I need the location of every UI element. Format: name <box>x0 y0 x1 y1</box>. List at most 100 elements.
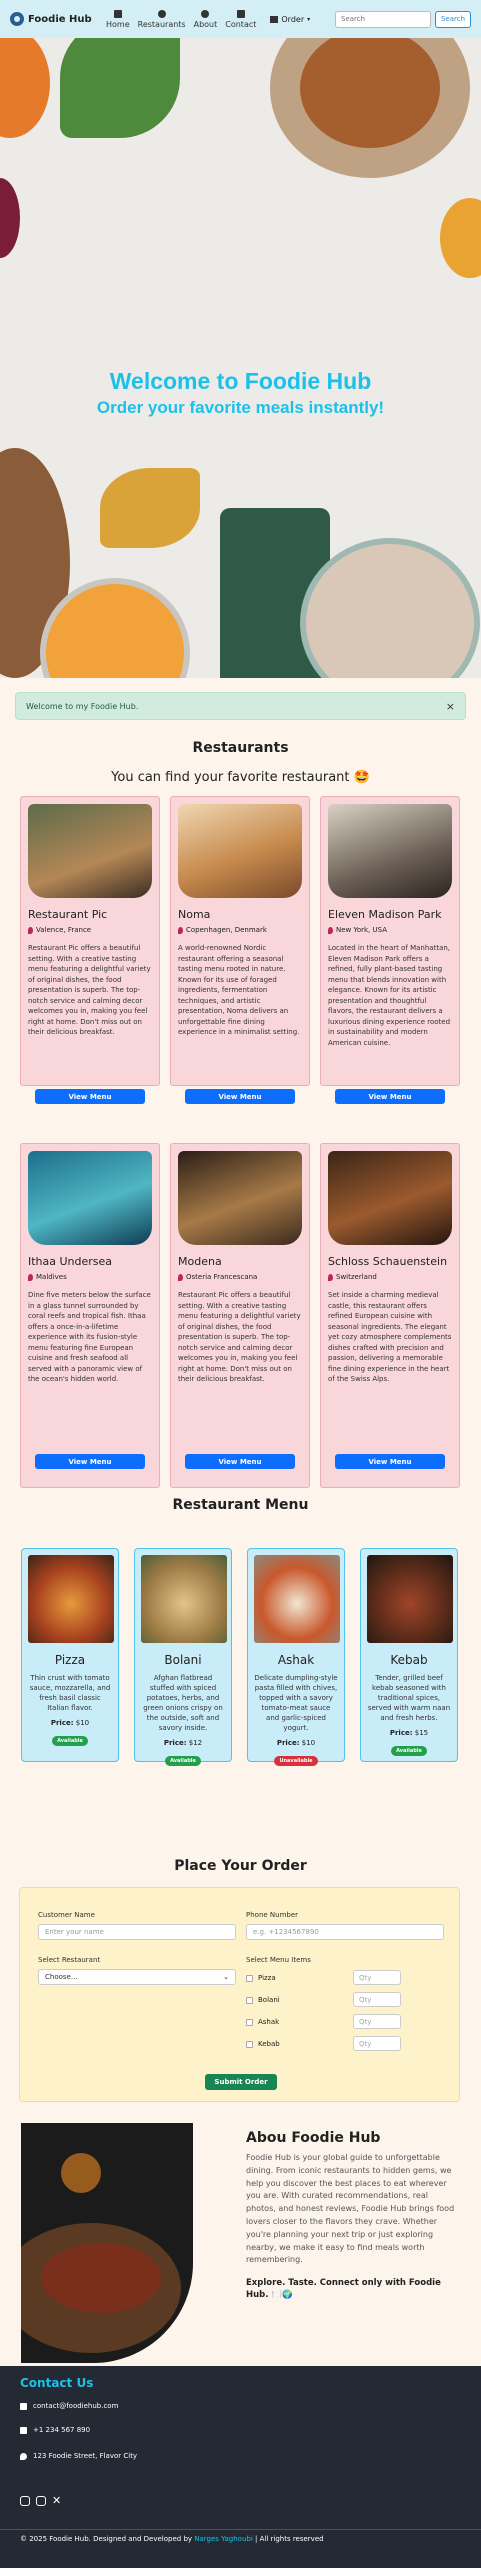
dish-name: Bolani <box>164 1653 202 1667</box>
alert-text: Welcome to my Foodie Hub. <box>26 701 139 711</box>
author-link[interactable]: Narges Yaghoubi <box>194 2535 253 2543</box>
berry-decor <box>0 178 20 258</box>
info-icon <box>201 9 210 18</box>
nav-item-home[interactable]: Home <box>106 9 130 29</box>
linkedin-icon[interactable] <box>36 2496 46 2506</box>
location-pin-icon <box>20 2452 27 2460</box>
footer: Contact Us contact@foodiehub.com +1 234 … <box>0 2366 481 2568</box>
restaurant-card: Noma Copenhagen, Denmark A world-renowne… <box>170 796 310 1104</box>
dish-price: Price: $12 <box>163 1739 203 1747</box>
nav-item-about[interactable]: About <box>194 9 217 29</box>
restaurant-description: Set inside a charming medieval castle, t… <box>328 1291 452 1383</box>
dish-photo <box>28 1555 114 1643</box>
view-menu-button[interactable]: View Menu <box>185 1454 295 1469</box>
quantity-input[interactable]: Qty <box>353 1970 401 1985</box>
restaurant-description: Located in the heart of Manhattan, Eleve… <box>328 944 451 1047</box>
restaurant-icon <box>157 9 166 18</box>
dish-name: Kebab <box>390 1653 428 1667</box>
restaurant-select[interactable]: Choose... ⌄ <box>38 1969 236 1985</box>
location-pin-icon <box>328 926 333 934</box>
location-text: Copenhagen, Denmark <box>186 926 267 934</box>
dish-description: Thin crust with tomato sauce, mozzarella… <box>29 1674 111 1712</box>
restaurant-select-label: Select Restaurant <box>38 1956 101 1964</box>
dish-photo <box>367 1555 453 1643</box>
location-text: Osteria Francescana <box>186 1273 258 1281</box>
leaf-decor <box>60 38 180 138</box>
view-menu-button[interactable]: View Menu <box>35 1454 145 1469</box>
restaurant-name: Noma <box>178 908 211 921</box>
menu-item-checkbox[interactable]: Pizza <box>246 1974 276 1982</box>
restaurant-photo <box>28 1151 152 1245</box>
customer-name-input[interactable]: Enter your name <box>38 1924 236 1940</box>
logo-icon <box>10 12 24 26</box>
contact-email[interactable]: contact@foodiehub.com <box>20 2402 118 2410</box>
quantity-input[interactable]: Qty <box>353 2014 401 2029</box>
dish-price: Price: $10 <box>276 1739 316 1747</box>
menu-items-label: Select Menu Items <box>246 1956 311 1964</box>
brand-name: Foodie Hub <box>28 13 92 25</box>
restaurant-name: Ithaa Undersea <box>28 1255 113 1268</box>
view-menu-button[interactable]: View Menu <box>335 1454 445 1469</box>
restaurant-description: Restaurant Pic offers a beautiful settin… <box>28 944 151 1036</box>
restaurant-description: Restaurant Pic offers a beautiful settin… <box>178 1291 301 1383</box>
search-button[interactable]: Search <box>435 10 471 28</box>
welcome-alert: Welcome to my Foodie Hub. × <box>15 692 466 720</box>
submit-order-button[interactable]: Submit Order <box>205 2074 277 2090</box>
copyright: © 2025 Foodie Hub. Designed and Develope… <box>20 2535 324 2543</box>
restaurant-card: Schloss Schauenstein Switzerland Set ins… <box>320 1143 460 1488</box>
close-icon[interactable]: × <box>446 700 455 713</box>
candle-decor <box>61 2153 101 2193</box>
instagram-icon[interactable] <box>20 2496 30 2506</box>
social-links: ✕ <box>20 2494 62 2507</box>
menu-item-checkbox[interactable]: Bolani <box>246 1996 280 2004</box>
nav-label: Home <box>106 19 130 29</box>
dish-description: Tender, grilled beef kebab seasoned with… <box>367 1674 451 1722</box>
brand[interactable]: Foodie Hub <box>10 12 94 26</box>
dish-price: Price: $15 <box>389 1729 429 1737</box>
location-text: Valence, France <box>36 926 92 934</box>
restaurant-location: Osteria Francescana <box>178 1273 302 1281</box>
chevron-down-icon: ⌄ <box>223 1973 229 1981</box>
view-menu-button[interactable]: View Menu <box>185 1089 295 1104</box>
phone-label: Phone Number <box>246 1911 299 1919</box>
view-menu-button[interactable]: View Menu <box>35 1089 145 1104</box>
about-text: Foodie Hub is your global guide to unfor… <box>246 2153 455 2265</box>
menu-card: Pizza Thin crust with tomato sauce, mozz… <box>21 1548 119 1762</box>
location-text: Switzerland <box>336 1273 377 1281</box>
dish-photo <box>254 1555 340 1643</box>
nav-menu: Home Restaurants About Contact <box>106 9 256 29</box>
menu-item-checkbox[interactable]: Ashak <box>246 2018 279 2026</box>
quantity-input[interactable]: Qty <box>353 2036 401 2051</box>
nav-label: Restaurants <box>137 19 186 29</box>
about-image <box>21 2123 193 2363</box>
menu-item-checkbox[interactable]: Kebab <box>246 2040 280 2048</box>
nav-item-contact[interactable]: Contact <box>225 9 256 29</box>
quantity-input[interactable]: Qty <box>353 1992 401 2007</box>
menu-title: Restaurant Menu <box>172 1497 309 1513</box>
restaurant-description: Dine five meters below the surface in a … <box>28 1291 151 1383</box>
restaurant-location: Copenhagen, Denmark <box>178 926 302 934</box>
cart-icon <box>270 15 279 23</box>
leaf-decor <box>100 468 200 548</box>
restaurant-name: Eleven Madison Park <box>328 908 442 921</box>
restaurant-name: Restaurant Pic <box>28 908 108 921</box>
phone-input[interactable]: e.g. +1234567890 <box>246 1924 444 1940</box>
location-pin-icon <box>28 926 33 934</box>
restaurant-photo <box>328 804 452 898</box>
envelope-icon <box>20 2402 27 2410</box>
restaurant-location: Switzerland <box>328 1273 452 1281</box>
location-pin-icon <box>28 1273 33 1281</box>
customer-name-label: Customer Name <box>38 1911 95 1919</box>
x-icon[interactable]: ✕ <box>52 2494 62 2507</box>
search-input[interactable] <box>335 10 431 28</box>
order-dropdown[interactable]: Order ▾ <box>270 15 310 24</box>
location-pin-icon <box>178 1273 183 1281</box>
contact-phone[interactable]: +1 234 567 890 <box>20 2426 90 2434</box>
phone-icon <box>20 2426 27 2434</box>
about-title: Abou Foodie Hub <box>246 2130 381 2146</box>
nav-item-restaurants[interactable]: Restaurants <box>137 9 186 29</box>
location-pin-icon <box>178 926 183 934</box>
view-menu-button[interactable]: View Menu <box>335 1089 445 1104</box>
restaurant-card: Eleven Madison Park New York, USA Locate… <box>320 796 460 1104</box>
caret-down-icon: ▾ <box>307 15 311 23</box>
